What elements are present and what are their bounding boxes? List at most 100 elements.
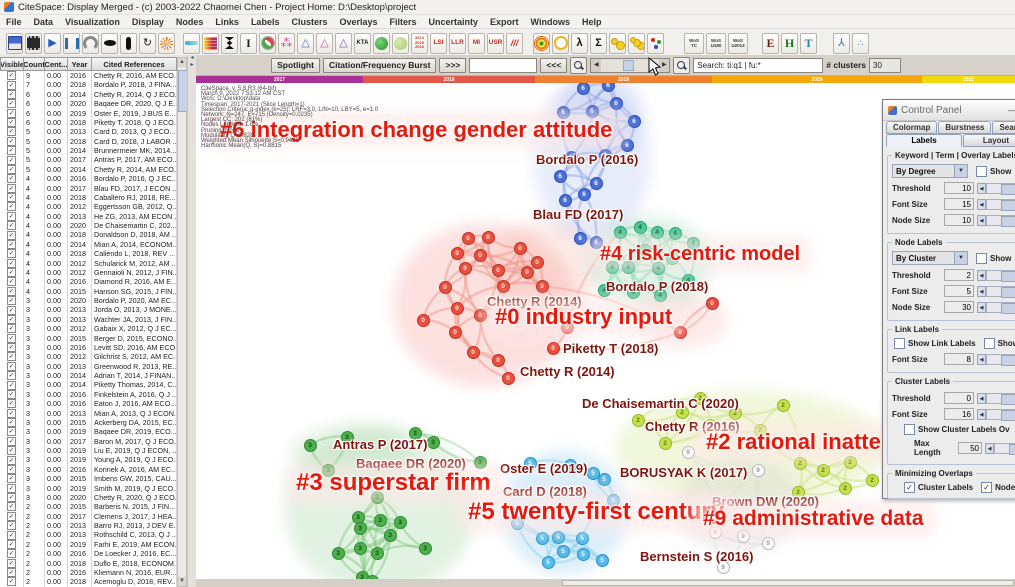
visible-checkbox[interactable]: ✓ bbox=[7, 277, 16, 286]
network-node-cluster-0[interactable]: 0 bbox=[547, 342, 560, 355]
wos-tc-button[interactable]: WoS TC bbox=[684, 33, 704, 54]
font-size-value[interactable]: 16 bbox=[944, 408, 974, 420]
table-row[interactable]: ✓30.002013Wachter JA, 2013, J FIN... bbox=[0, 315, 177, 324]
dotted-link-icon[interactable]: ∴ bbox=[852, 33, 869, 54]
network-node-cluster-0[interactable]: 0 bbox=[474, 249, 487, 262]
table-row[interactable]: ✓60.002014Chetty R, 2014, Q J ECO... bbox=[0, 90, 177, 99]
visible-checkbox[interactable]: ✓ bbox=[7, 418, 16, 427]
network-node-cluster-0[interactable]: 0 bbox=[417, 314, 430, 327]
mi-button[interactable]: MI bbox=[468, 33, 485, 54]
network-node-cluster-5[interactable]: 5 bbox=[557, 545, 570, 558]
pause-icon[interactable] bbox=[63, 33, 80, 54]
visible-checkbox[interactable]: ✓ bbox=[7, 399, 16, 408]
network-node-cluster-4[interactable]: 4 bbox=[634, 221, 647, 234]
zoom-out-icon[interactable] bbox=[570, 57, 587, 74]
table-row[interactable]: ✓40.002013He ZG, 2013, AM ECON ... bbox=[0, 212, 177, 221]
visible-checkbox[interactable]: ✓ bbox=[7, 577, 16, 586]
node-label[interactable]: Bordalo P (2018) bbox=[606, 279, 708, 294]
scroll-up-icon[interactable]: ▲ bbox=[178, 58, 186, 67]
font-size-value[interactable]: 8 bbox=[944, 353, 974, 365]
network-node-cluster-3[interactable]: 3 bbox=[374, 514, 387, 527]
visible-checkbox[interactable]: ✓ bbox=[7, 512, 16, 521]
network-node-cluster-5[interactable]: 5 bbox=[552, 531, 565, 544]
threshold-slider[interactable]: ◀ bbox=[977, 183, 1015, 194]
visible-checkbox[interactable]: ✓ bbox=[7, 427, 16, 436]
network-node-cluster-6[interactable]: 6 bbox=[590, 177, 603, 190]
network-node-cluster-0[interactable]: 0 bbox=[521, 266, 534, 279]
tab-labels[interactable]: Labels bbox=[886, 134, 962, 147]
slider-thumb[interactable] bbox=[623, 60, 634, 71]
table-row[interactable]: ✓20.002016De Loecker J, 2016, EC... bbox=[0, 549, 177, 558]
keyword-show-checkbox[interactable] bbox=[976, 166, 987, 177]
table-row[interactable]: ✓30.002013Greenwood R, 2013, RE... bbox=[0, 362, 177, 371]
visible-checkbox[interactable]: ✓ bbox=[7, 493, 16, 502]
threshold-value[interactable]: 10 bbox=[944, 182, 974, 194]
overlap-node-labels-checkbox[interactable]: ✓ bbox=[981, 482, 992, 493]
threshold-value[interactable]: 0 bbox=[944, 392, 974, 404]
visible-checkbox[interactable]: ✓ bbox=[7, 371, 16, 380]
search-input[interactable] bbox=[693, 58, 823, 73]
table-row[interactable]: ✓40.002012Gennaioli N, 2012, J FIN... bbox=[0, 268, 177, 277]
network-node-cluster-0[interactable]: 0 bbox=[502, 372, 515, 385]
network-node-cluster-3[interactable]: 3 bbox=[332, 547, 345, 560]
visible-checkbox[interactable]: ✓ bbox=[7, 306, 16, 315]
italic-i-icon[interactable]: I bbox=[240, 33, 257, 54]
table-row[interactable]: ✓40.002016Diamond R, 2016, AM E... bbox=[0, 277, 177, 286]
network-node-cluster-5[interactable]: 5 bbox=[596, 554, 609, 567]
show-cluster-labels-checkbox[interactable] bbox=[904, 424, 915, 435]
cluster-label[interactable]: #9 administrative data bbox=[697, 506, 930, 532]
network-node-cluster-0[interactable]: 0 bbox=[451, 247, 464, 260]
rgb-dots-icon[interactable] bbox=[647, 33, 664, 54]
triangle-net-1-icon[interactable]: △ bbox=[297, 33, 314, 54]
network-node-cluster-0[interactable]: 0 bbox=[449, 326, 462, 339]
table-row[interactable]: ✓30.002020Bordalo P, 2020, AM EC... bbox=[0, 296, 177, 305]
cluster-label[interactable]: #0 industry input bbox=[489, 303, 678, 331]
menu-item-labels[interactable]: Labels bbox=[245, 17, 286, 27]
sc-icon[interactable] bbox=[373, 33, 390, 54]
network-node-cluster-6[interactable]: 6 bbox=[577, 83, 590, 95]
visible-checkbox[interactable]: ✓ bbox=[7, 212, 16, 221]
table-row[interactable]: ✓40.002012Eggertsson GB, 2012, Q... bbox=[0, 202, 177, 211]
control-panel-titlebar[interactable]: Control Panel — bbox=[883, 100, 1015, 121]
visible-checkbox[interactable]: ✓ bbox=[7, 259, 16, 268]
network-node-cluster-2[interactable]: 2 bbox=[844, 456, 857, 469]
menu-item-help[interactable]: Help bbox=[576, 17, 608, 27]
visible-checkbox[interactable]: ✓ bbox=[7, 81, 16, 90]
table-row[interactable]: ✓70.002018Bordalo P, 2018, J FINA... bbox=[0, 80, 177, 89]
triangle-net-2-icon[interactable]: △ bbox=[316, 33, 333, 54]
table-row[interactable]: ✓20.002017Clemens J, 2017, J HEA... bbox=[0, 512, 177, 521]
network-node-cluster-2[interactable]: 2 bbox=[632, 414, 645, 427]
menu-item-data[interactable]: Data bbox=[28, 17, 60, 27]
save-icon[interactable] bbox=[6, 33, 23, 54]
visible-checkbox[interactable]: ✓ bbox=[7, 343, 16, 352]
sigma-button[interactable]: Σ bbox=[590, 33, 607, 54]
network-node-cluster-0[interactable]: 0 bbox=[467, 346, 480, 359]
table-row[interactable]: ✓20.002018Duflo E, 2018, ECONOM... bbox=[0, 559, 177, 568]
node-label[interactable]: Bordalo P (2016) bbox=[536, 152, 638, 167]
tab-burstness[interactable]: Burstness bbox=[938, 121, 991, 134]
visible-checkbox[interactable]: ✓ bbox=[7, 268, 16, 277]
table-row[interactable]: ✓30.002013Jorda O, 2013, J MONE... bbox=[0, 305, 177, 314]
link-color-icon[interactable] bbox=[183, 33, 200, 54]
visible-checkbox[interactable]: ✓ bbox=[7, 568, 16, 577]
slashes-button[interactable]: /// bbox=[506, 33, 523, 54]
visible-checkbox[interactable]: ✓ bbox=[7, 109, 16, 118]
visible-checkbox[interactable]: ✓ bbox=[7, 334, 16, 343]
column-header-count[interactable]: Count bbox=[24, 57, 45, 71]
network-node-cluster-4[interactable]: 4 bbox=[614, 226, 627, 239]
saucer-icon[interactable] bbox=[101, 33, 118, 54]
cluster-label[interactable]: #2 rational inatten bbox=[700, 428, 900, 456]
node-label[interactable]: Oster E (2019) bbox=[500, 461, 587, 476]
network-node-cluster-3[interactable]: 3 bbox=[384, 529, 397, 542]
cluster-label[interactable]: #5 twenty-first century bbox=[462, 497, 730, 527]
font-size-slider[interactable]: ◀ bbox=[977, 409, 1015, 420]
visible-checkbox[interactable]: ✓ bbox=[7, 352, 16, 361]
table-row[interactable]: ✓30.002012Gilchrist S, 2012, AM EC... bbox=[0, 352, 177, 361]
visible-checkbox[interactable]: ✓ bbox=[7, 465, 16, 474]
show-link-labels-checkbox[interactable] bbox=[894, 338, 905, 349]
table-row[interactable]: ✓30.002014Adrian T, 2014, J FINAN... bbox=[0, 371, 177, 380]
node-size-slider[interactable]: ◀ bbox=[977, 215, 1015, 226]
node-label[interactable]: Chetty R (2014) bbox=[520, 364, 615, 379]
step-forward-button[interactable]: >>> bbox=[439, 58, 466, 73]
visible-checkbox[interactable]: ✓ bbox=[7, 390, 16, 399]
